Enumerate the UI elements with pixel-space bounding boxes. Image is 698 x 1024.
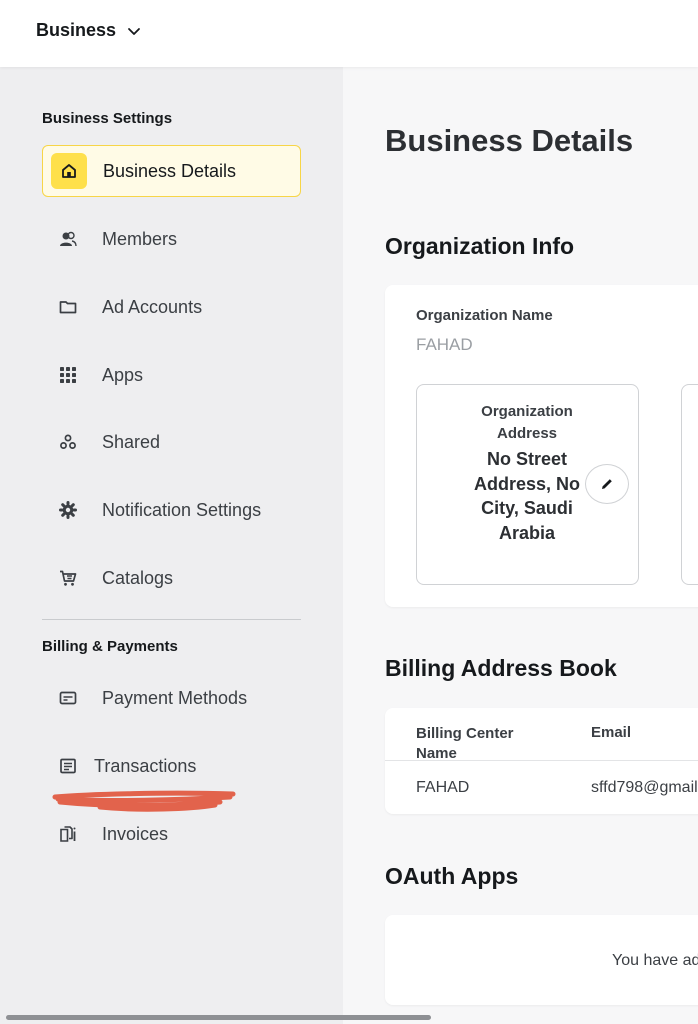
organization-name-value: FAHAD <box>416 335 473 354</box>
credit-card-icon <box>50 680 86 716</box>
top-bar: Business <box>0 0 698 67</box>
sidebar-item-payment-methods[interactable]: Payment Methods <box>42 672 301 724</box>
column-header-email: Email <box>591 724 632 741</box>
organization-address-label: Organization Address <box>481 403 573 442</box>
sidebar-item-label: Members <box>102 228 178 249</box>
invoice-icon <box>50 816 86 852</box>
horizontal-scrollbar[interactable] <box>6 1015 431 1020</box>
sidebar-divider <box>42 619 301 620</box>
sidebar-item-ad-accounts[interactable]: Ad Accounts <box>42 281 301 333</box>
second-address-box <box>681 384 698 585</box>
oauth-empty-message: You have ad <box>612 952 698 969</box>
sidebar-item-catalogs[interactable]: Catalogs <box>42 552 301 604</box>
billing-payments-heading: Billing & Payments <box>42 638 178 655</box>
organization-info-heading: Organization Info <box>385 233 575 259</box>
pencil-icon <box>602 479 612 489</box>
sidebar-item-shared[interactable]: Shared <box>42 416 301 468</box>
sidebar-item-label: Notification Settings <box>102 499 262 520</box>
sidebar: Business Settings Business Details Membe… <box>0 67 343 1024</box>
organization-address-box: Organization Address No Street Address, … <box>416 384 639 585</box>
sidebar-item-notification-settings[interactable]: Notification Settings <box>42 484 301 536</box>
chevron-down-icon <box>128 27 140 35</box>
table-cell-email: sffd798@gmail <box>591 779 698 796</box>
organization-info-card: Organization Name FAHAD Organization Add… <box>385 285 698 607</box>
sidebar-item-invoices[interactable]: Invoices <box>42 808 301 860</box>
folder-icon <box>50 289 86 325</box>
gear-icon <box>50 492 86 528</box>
page-title: Business Details <box>385 123 634 158</box>
business-switcher[interactable]: Business <box>36 20 142 41</box>
redaction-scribble <box>52 790 236 812</box>
sidebar-item-members[interactable]: Members <box>42 213 301 265</box>
billing-address-book-card: Billing Center Name Email FAHAD sffd798@… <box>385 708 698 814</box>
main-content: Business Details Organization Info Organ… <box>343 67 698 1024</box>
members-icon <box>50 221 86 257</box>
oauth-apps-heading: OAuth Apps <box>385 863 519 889</box>
receipt-icon <box>50 748 86 784</box>
edit-address-button[interactable] <box>585 464 629 504</box>
sidebar-item-apps[interactable]: Apps <box>42 349 301 401</box>
sidebar-item-label: Transactions <box>94 755 197 776</box>
sidebar-item-label: Ad Accounts <box>102 296 203 317</box>
oauth-apps-card: You have ad <box>385 915 698 1005</box>
sidebar-item-label: Catalogs <box>102 567 174 588</box>
business-switcher-label: Business <box>36 20 117 40</box>
sidebar-item-business-details[interactable]: Business Details <box>42 145 301 197</box>
grid-icon <box>50 357 86 393</box>
table-header-divider <box>385 760 698 761</box>
sidebar-item-label: Invoices <box>102 823 169 844</box>
billing-address-book-heading: Billing Address Book <box>385 655 617 681</box>
business-settings-heading: Business Settings <box>42 110 173 127</box>
home-icon <box>51 153 87 189</box>
shared-icon <box>50 424 86 460</box>
organization-name-label: Organization Name <box>416 307 553 324</box>
column-header-billing-center-name: Billing Center Name <box>416 725 514 760</box>
organization-address-value: No Street Address, No City, Saudi Arabia <box>473 449 581 543</box>
sidebar-item-label: Shared <box>102 431 161 452</box>
sidebar-item-label: Business Details <box>103 160 237 181</box>
sidebar-item-label: Payment Methods <box>102 687 248 708</box>
table-cell-billing-center: FAHAD <box>416 779 470 796</box>
cart-icon <box>50 560 86 596</box>
sidebar-item-label: Apps <box>102 364 144 385</box>
